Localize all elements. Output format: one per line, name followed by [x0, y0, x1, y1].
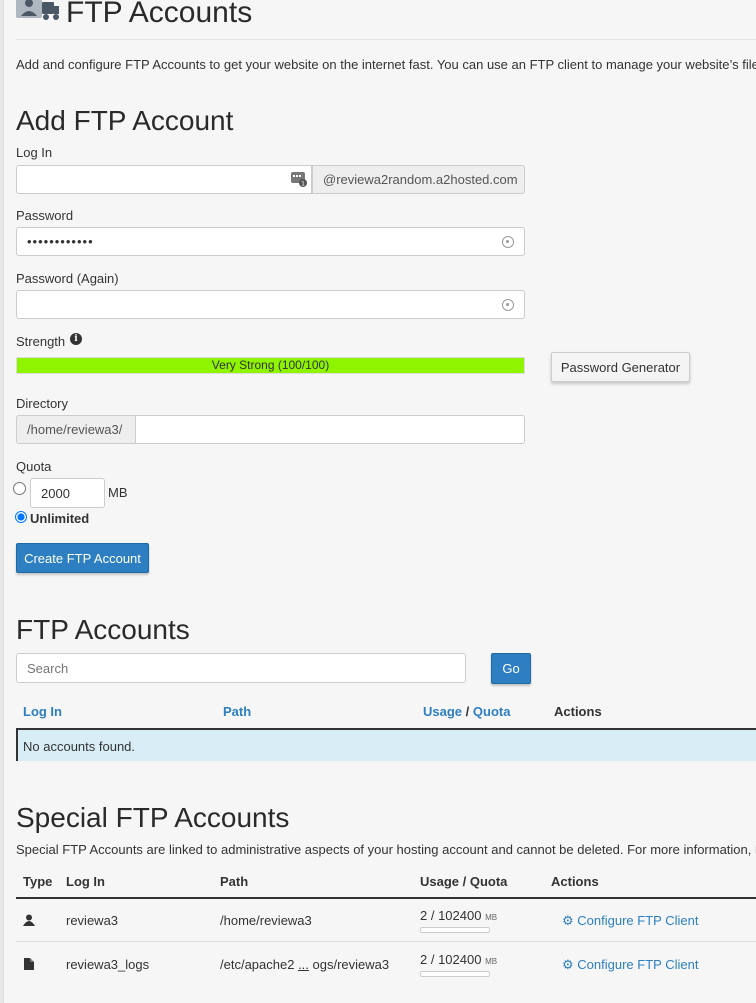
usage-bar: [420, 927, 490, 933]
path-start: /etc/apache2: [220, 957, 299, 972]
go-button[interactable]: Go: [491, 653, 531, 684]
usage-unit: MB: [485, 913, 498, 922]
gear-icon: ⚙: [562, 913, 574, 928]
quota-label: Quota: [16, 459, 52, 474]
usage-value: 2 / 102400: [420, 908, 482, 923]
actions-header: Actions: [554, 704, 602, 719]
password-again-label: Password (Again): [16, 271, 119, 286]
sort-path-link[interactable]: Path: [223, 704, 251, 719]
empty-accounts-message: No accounts found.: [23, 739, 136, 754]
password-again-input[interactable]: [16, 290, 525, 319]
special-login-header: Log In: [66, 874, 105, 889]
directory-input[interactable]: [135, 415, 525, 444]
user-icon: [23, 913, 35, 926]
special-ftp-accounts-heading: Special FTP Accounts: [16, 802, 290, 833]
special-row-usage: 2 / 102400 MB: [420, 908, 497, 923]
special-row-usage: 2 / 102400 MB: [420, 952, 497, 967]
password-label: Password: [16, 208, 74, 223]
search-input[interactable]: [16, 653, 466, 683]
left-edge: [0, 0, 4, 1003]
add-ftp-account-heading: Add FTP Account: [16, 105, 234, 136]
ftp-accounts-icon: [16, 0, 60, 22]
path-ellipsis[interactable]: ...: [298, 957, 309, 972]
info-icon[interactable]: i: [70, 333, 82, 345]
strength-label: Strength: [16, 334, 66, 349]
configure-ftp-client-label: Configure FTP Client: [577, 957, 699, 972]
quota-limited-radio[interactable]: [13, 482, 26, 495]
strength-meter: Very Strong (100/100): [16, 357, 525, 374]
special-actions-header: Actions: [551, 874, 599, 889]
quota-input[interactable]: [30, 478, 105, 508]
path-end: ogs/reviewa3: [308, 957, 390, 972]
configure-ftp-client-link[interactable]: ⚙ Configure FTP Client: [562, 913, 698, 929]
strength-text: Very Strong (100/100): [211, 358, 330, 372]
sort-login-link[interactable]: Log In: [23, 704, 62, 719]
quota-unit: MB: [108, 485, 128, 500]
unlimited-label: Unlimited: [30, 511, 90, 526]
gear-icon: ⚙: [562, 957, 574, 972]
special-path-header: Path: [220, 874, 249, 889]
ftp-accounts-heading: FTP Accounts: [16, 614, 190, 645]
directory-prefix: /home/reviewa3/: [16, 415, 136, 444]
svg-text:1: 1: [301, 181, 305, 188]
username-card-icon: 1: [291, 171, 307, 188]
usage-unit: MB: [485, 957, 498, 966]
quota-unlimited-radio[interactable]: [15, 511, 27, 523]
directory-label: Directory: [16, 396, 69, 411]
login-input[interactable]: [16, 165, 312, 194]
show-password-again-icon[interactable]: [502, 299, 514, 311]
create-ftp-account-button[interactable]: Create FTP Account: [16, 543, 149, 573]
sort-quota-link[interactable]: Quota: [473, 704, 511, 719]
domain-suffix: @reviewa2random.a2hosted.com: [312, 165, 525, 194]
empty-accounts-row: No accounts found.: [16, 728, 756, 761]
usage-bar: [420, 971, 490, 977]
page-title: FTP Accounts: [66, 0, 253, 29]
usage-value: 2 / 102400: [420, 952, 482, 967]
special-description: Special FTP Accounts are linked to admin…: [16, 842, 756, 857]
special-row-login: reviewa3_logs: [66, 957, 150, 972]
special-usage-header: Usage / Quota: [420, 874, 508, 889]
title-divider: [16, 39, 756, 40]
file-icon: [24, 957, 34, 970]
show-password-icon[interactable]: [502, 236, 514, 248]
usage-quota-separator: /: [465, 704, 470, 719]
configure-ftp-client-link[interactable]: ⚙ Configure FTP Client: [562, 957, 698, 973]
sort-usage-link[interactable]: Usage: [423, 704, 462, 719]
login-label: Log In: [16, 145, 53, 160]
page-description: Add and configure FTP Accounts to get yo…: [16, 57, 756, 72]
special-row-login: reviewa3: [66, 913, 119, 928]
usage-quota-header: Usage / Quota: [423, 704, 510, 719]
special-row-path: /home/reviewa3: [220, 913, 312, 928]
special-row-path: /etc/apache2 ... ogs/reviewa3: [220, 957, 389, 972]
configure-ftp-client-label: Configure FTP Client: [577, 913, 699, 928]
special-type-header: Type: [23, 874, 53, 889]
password-generator-button[interactable]: Password Generator: [551, 352, 690, 382]
password-input[interactable]: [16, 227, 525, 256]
